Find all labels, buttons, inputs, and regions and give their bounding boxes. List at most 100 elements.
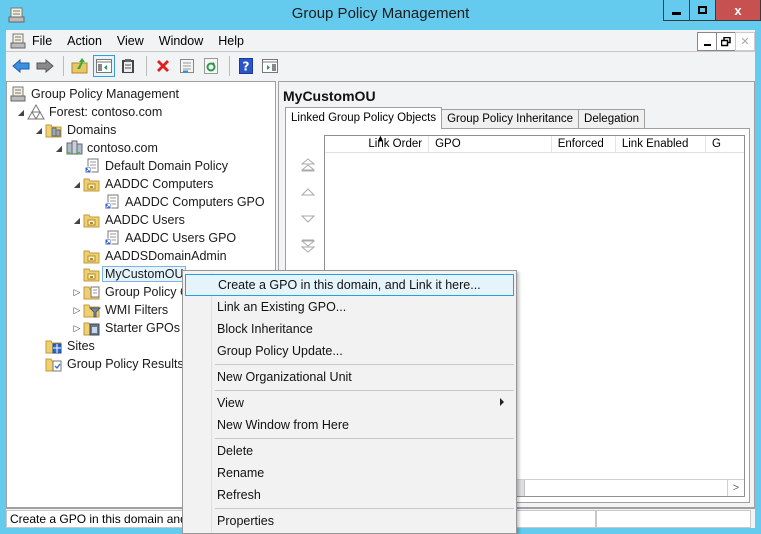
column-header-link-enabled[interactable]: Link Enabled bbox=[616, 136, 706, 152]
console-menu-icon[interactable] bbox=[10, 33, 26, 49]
menu-item-label: Properties bbox=[217, 514, 274, 528]
tree-item[interactable]: ◢ AADDC Computers bbox=[71, 175, 213, 193]
toolbar-separator bbox=[229, 56, 230, 76]
show-hide-console-tree-button[interactable] bbox=[93, 55, 115, 77]
tree-item[interactable]: Group Policy Management bbox=[9, 85, 179, 103]
status-cell-3 bbox=[596, 510, 751, 528]
tab-gp-inheritance[interactable]: Group Policy Inheritance bbox=[441, 109, 580, 129]
expanded-triangle-icon[interactable]: ◢ bbox=[33, 126, 45, 135]
child-close-button[interactable]: ✕ bbox=[735, 32, 755, 51]
tree-item[interactable]: AADDSDomainAdmin bbox=[71, 247, 227, 265]
context-menu: Create a GPO in this domain, and Link it… bbox=[182, 270, 517, 534]
sites-folder-icon bbox=[45, 338, 63, 354]
menu-separator bbox=[215, 508, 514, 509]
menu-action[interactable]: Action bbox=[67, 34, 109, 48]
move-to-bottom-button[interactable] bbox=[298, 232, 318, 259]
context-menu-item-group-policy-update[interactable]: Group Policy Update... bbox=[185, 340, 514, 362]
menu-item-label: New Window from Here bbox=[217, 418, 349, 432]
context-menu-item-properties[interactable]: Properties bbox=[185, 510, 514, 532]
help-button[interactable]: ? bbox=[235, 55, 257, 77]
collapsed-triangle-icon[interactable]: ▷ bbox=[71, 323, 83, 334]
menu-file[interactable]: File bbox=[32, 34, 59, 48]
tree-item[interactable]: ◢ Forest: contoso.com bbox=[15, 103, 162, 121]
child-restore-button[interactable] bbox=[716, 32, 736, 51]
show-hide-action-pane-button[interactable] bbox=[259, 55, 281, 77]
collapsed-triangle-icon[interactable]: ▷ bbox=[71, 287, 83, 298]
expanded-triangle-icon[interactable]: ◢ bbox=[71, 216, 83, 225]
expanded-triangle-icon[interactable]: ◢ bbox=[53, 144, 65, 153]
move-to-top-button[interactable] bbox=[298, 151, 318, 178]
forward-button[interactable] bbox=[34, 55, 56, 77]
menu-window[interactable]: Window bbox=[159, 34, 210, 48]
title-bar[interactable]: Group Policy Management x bbox=[0, 0, 761, 30]
tree-item-label: contoso.com bbox=[87, 141, 158, 155]
close-button[interactable]: x bbox=[715, 0, 761, 21]
context-menu-item-create-a-gpo-in-this-domain-and-link-it-here[interactable]: Create a GPO in this domain, and Link it… bbox=[185, 274, 514, 296]
context-menu-item-new-organizational-unit[interactable]: New Organizational Unit bbox=[185, 366, 514, 388]
minimize-button[interactable] bbox=[663, 0, 690, 21]
tree-item-label: AADDC Computers GPO bbox=[125, 195, 265, 209]
back-button[interactable] bbox=[10, 55, 32, 77]
tree-item[interactable]: Sites bbox=[33, 337, 95, 355]
menu-help[interactable]: Help bbox=[218, 34, 251, 48]
chevron-right-icon: > bbox=[732, 482, 740, 494]
scroll-right-button[interactable]: > bbox=[727, 480, 744, 496]
domain-icon bbox=[65, 140, 83, 156]
tab-delegation[interactable]: Delegation bbox=[578, 109, 646, 129]
column-header-link-order[interactable]: ▲ Link Order bbox=[325, 136, 430, 152]
move-up-button[interactable] bbox=[298, 178, 318, 205]
tree-item[interactable]: AADDC Users GPO bbox=[91, 229, 236, 247]
delete-button[interactable] bbox=[152, 55, 174, 77]
ou-icon bbox=[83, 248, 101, 264]
move-to-bottom-icon bbox=[301, 239, 315, 253]
tree-item[interactable]: ◢ AADDC Users bbox=[71, 211, 185, 229]
tree-item[interactable]: Default Domain Policy bbox=[71, 157, 228, 175]
tree-item-label: Forest: contoso.com bbox=[49, 105, 163, 119]
context-menu-item-delete[interactable]: Delete bbox=[185, 440, 514, 462]
context-menu-item-view[interactable]: View bbox=[185, 392, 514, 414]
move-down-icon bbox=[301, 215, 315, 223]
details-tabs: Linked Group Policy Objects Group Policy… bbox=[285, 107, 646, 129]
context-menu-item-new-window-from-here[interactable]: New Window from Here bbox=[185, 414, 514, 436]
menu-view[interactable]: View bbox=[117, 34, 151, 48]
gpm-console-icon bbox=[9, 86, 27, 102]
tab-linked-gpos[interactable]: Linked Group Policy Objects bbox=[285, 107, 443, 129]
expanded-triangle-icon[interactable]: ◢ bbox=[15, 108, 27, 117]
link-order-controls bbox=[298, 151, 318, 259]
tree-item-label: Starter GPOs bbox=[105, 321, 181, 335]
menu-item-label: Create a GPO in this domain, and Link it… bbox=[218, 278, 481, 292]
refresh-button[interactable] bbox=[200, 55, 222, 77]
delete-icon bbox=[157, 60, 169, 72]
tree-item-label: AADDC Computers bbox=[105, 177, 214, 191]
tree-item[interactable]: AADDC Computers GPO bbox=[91, 193, 265, 211]
column-header-gpo-status[interactable]: G bbox=[706, 136, 744, 152]
expanded-triangle-icon[interactable]: ◢ bbox=[71, 180, 83, 189]
context-menu-item-block-inheritance[interactable]: Block Inheritance bbox=[185, 318, 514, 340]
tree-item-label: AADDC Users bbox=[105, 213, 185, 227]
toolbar-separator bbox=[63, 56, 64, 76]
menu-item-label: New Organizational Unit bbox=[217, 370, 352, 384]
collapsed-triangle-icon[interactable]: ▷ bbox=[71, 305, 83, 316]
tree-item[interactable]: ◢ Domains bbox=[33, 121, 116, 139]
tree-item[interactable]: MyCustomOU bbox=[71, 265, 187, 283]
tree-item[interactable]: ▷ WMI Filters bbox=[71, 301, 168, 319]
context-menu-item-rename[interactable]: Rename bbox=[185, 462, 514, 484]
up-level-button[interactable] bbox=[69, 55, 91, 77]
menu-bar: File Action View Window Help ✕ bbox=[6, 30, 755, 52]
tree-item-label: WMI Filters bbox=[105, 303, 169, 317]
paste-button[interactable] bbox=[117, 55, 139, 77]
tree-item[interactable]: ▷ Starter GPOs bbox=[71, 319, 180, 337]
move-down-button[interactable] bbox=[298, 205, 318, 232]
column-header-gpo[interactable]: GPO bbox=[429, 136, 552, 152]
menu-item-label: Rename bbox=[217, 466, 265, 480]
context-menu-item-refresh[interactable]: Refresh bbox=[185, 484, 514, 506]
child-minimize-button[interactable] bbox=[697, 32, 717, 51]
context-menu-item-link-an-existing-gpo[interactable]: Link an Existing GPO... bbox=[185, 296, 514, 318]
tree-item[interactable]: ◢ contoso.com bbox=[53, 139, 158, 157]
up-folder-icon bbox=[71, 58, 88, 74]
properties-button[interactable] bbox=[176, 55, 198, 77]
gpo-folder-icon bbox=[83, 284, 101, 300]
maximize-button[interactable] bbox=[689, 0, 716, 21]
tree-item[interactable]: Group Policy Results bbox=[33, 355, 184, 373]
column-header-enforced[interactable]: Enforced bbox=[552, 136, 616, 152]
